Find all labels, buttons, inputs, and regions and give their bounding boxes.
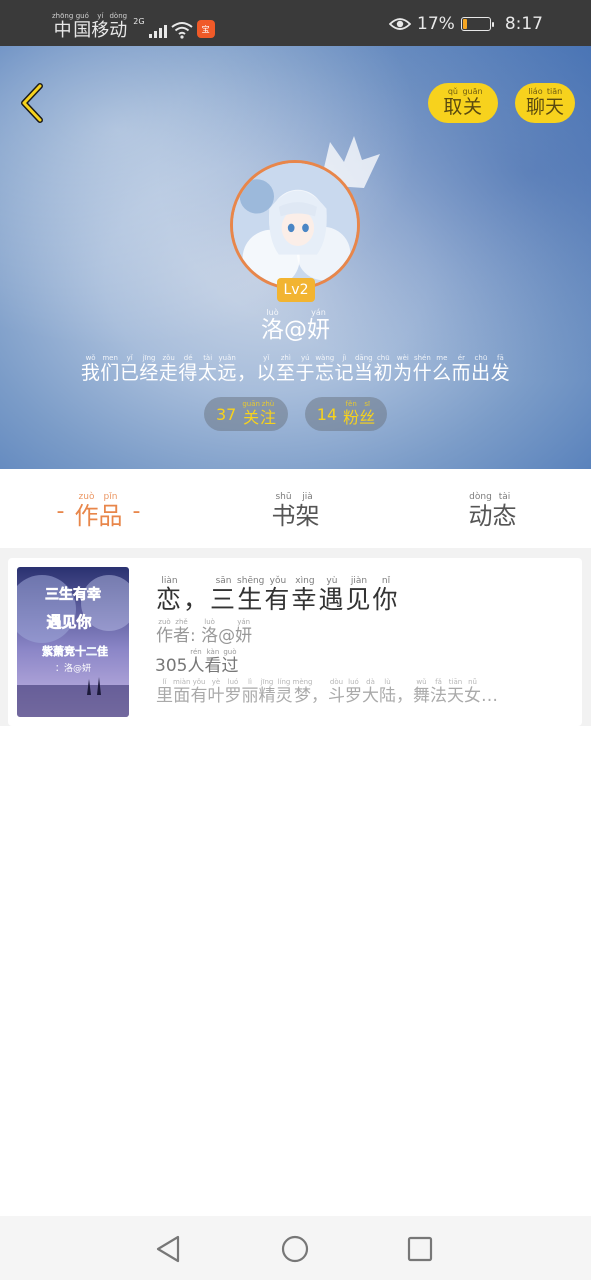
- cover-series: 紫萧竞十二佳: [42, 644, 108, 658]
- battery-icon: [460, 17, 494, 31]
- nav-home-icon[interactable]: [278, 1232, 312, 1266]
- work-title[interactable]: 恋liàn，三sān生shēng有yǒu幸xìng遇yù见jiàn你nǐ: [156, 576, 399, 616]
- following-count-button[interactable]: 37 关guān注zhù: [204, 397, 288, 431]
- tab-indicator-right: -: [132, 499, 141, 524]
- status-right: 17% 8:17: [389, 12, 543, 36]
- clock: 8:17: [504, 14, 543, 34]
- battery-fill: [462, 19, 468, 29]
- book-cover-image: 三生有幸 遇见你 紫萧竞十二佳 ：洛@妍: [17, 567, 129, 717]
- wifi-icon: [170, 22, 193, 39]
- book-cover[interactable]: 三生有幸 遇见你 紫萧竞十二佳 ：洛@妍: [17, 567, 129, 717]
- tab-bookshelf[interactable]: 书shū架jià: [197, 469, 394, 548]
- following-label: 关guān注zhù: [242, 400, 276, 427]
- tab-works-label: 作zuò品pǐn: [74, 492, 123, 530]
- chat-button[interactable]: 聊liáo 天tiān: [515, 83, 575, 123]
- avatar-image: [233, 163, 357, 287]
- network-type: 2G: [133, 17, 145, 26]
- cover-title-line2: 遇见你: [46, 613, 91, 631]
- eye-comfort-icon: [389, 18, 412, 30]
- tab-activity-label: 动dòng态tài: [468, 492, 517, 530]
- username: 洛luò@妍yán: [261, 308, 330, 343]
- tab-bar: - 作zuò品pǐn - 书shū架jià 动dòng态tài: [0, 469, 591, 548]
- status-left: 中zhōng国guó移yí动dòng 2G 宝: [52, 8, 215, 40]
- list-item[interactable]: 三生有幸 遇见你 紫萧竞十二佳 ：洛@妍 恋liàn，三sān生shēng有yǒ…: [8, 558, 582, 726]
- status-bar: 中zhōng国guó移yí动dòng 2G 宝 17% 8:17: [0, 0, 591, 46]
- following-count: 37: [216, 404, 237, 424]
- fans-label: 粉fěn丝sī: [343, 400, 376, 427]
- works-list: 三生有幸 遇见你 紫萧竞十二佳 ：洛@妍 恋liàn，三sān生shēng有yǒ…: [0, 548, 591, 726]
- battery-percent: 17%: [417, 14, 455, 34]
- work-views: 305人rén看kàn过guò: [155, 648, 239, 676]
- work-author: 作zuò者zhě: 洛luò@妍yán: [156, 618, 253, 646]
- nav-recent-apps-icon[interactable]: [403, 1232, 437, 1266]
- tab-bookshelf-label: 书shū架jià: [271, 492, 320, 530]
- signal-icon: [148, 22, 167, 38]
- back-arrow-icon[interactable]: [14, 80, 50, 126]
- level-badge: Lv2: [277, 278, 315, 302]
- fans-count: 14: [316, 404, 338, 424]
- tab-works[interactable]: - 作zuò品pǐn -: [0, 469, 197, 548]
- system-nav-bar: [0, 1216, 591, 1280]
- bio-text: 我wǒ们men已yǐ经jīng走zǒu得dé太tài远yuǎn，以yǐ至zhì于…: [80, 354, 511, 384]
- app-notification-icon: 宝: [196, 20, 215, 38]
- cover-author: ：洛@妍: [55, 662, 91, 674]
- nav-back-icon[interactable]: [152, 1232, 186, 1266]
- unfollow-button[interactable]: 取qǔ 关guān: [428, 83, 498, 123]
- carrier-name: 中zhōng国guó移yí动dòng: [52, 12, 128, 41]
- tab-indicator-left: -: [56, 499, 65, 524]
- profile-header: 取qǔ 关guān 聊liáo 天tiān Lv2 洛luò@妍yán 我wǒ们me…: [0, 46, 591, 469]
- cover-title-line1: 三生有幸: [45, 586, 101, 603]
- fans-count-button[interactable]: 14 粉fěn丝sī: [305, 397, 387, 431]
- tab-activity[interactable]: 动dòng态tài: [394, 469, 591, 548]
- work-description: 里lǐ面miàn有yǒu叶yè罗luó丽lì精jīng灵líng梦mèng，斗d…: [156, 678, 498, 706]
- avatar[interactable]: [230, 160, 360, 290]
